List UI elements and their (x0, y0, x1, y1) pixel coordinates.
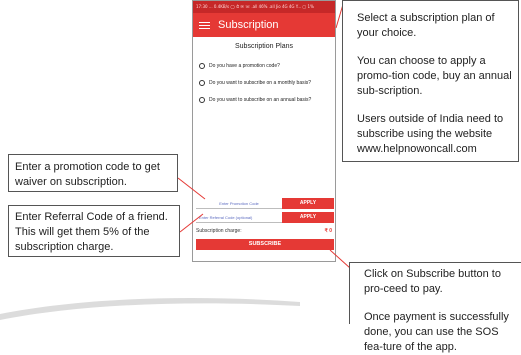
callout-referral: Enter Referral Code of a friend. This wi… (8, 205, 180, 257)
callout-promo-text: Enter a promotion code to get waiver on … (15, 161, 160, 188)
connector-referral (179, 213, 204, 233)
callout-plan-text-3: Users outside of India need to subscribe… (357, 113, 504, 155)
connector-promo (177, 177, 206, 200)
callout-subscribe-text-1: Click on Subscribe button to pro-ceed to… (364, 268, 501, 295)
decorative-swoosh (0, 298, 300, 320)
callout-promo: Enter a promotion code to get waiver on … (8, 154, 178, 192)
callout-plan: Select a subscription plan of your choic… (342, 0, 519, 162)
callout-subscribe: Click on Subscribe button to pro-ceed to… (349, 262, 521, 353)
callout-subscribe-text-2: Once payment is successfully done, you c… (364, 311, 509, 353)
connector-subscribe (329, 249, 351, 269)
callout-plan-text-2: You can choose to apply a promo-tion cod… (357, 55, 512, 97)
callout-plan-text-1: Select a subscription plan of your choic… (357, 12, 495, 39)
callout-referral-text: Enter Referral Code of a friend. This wi… (15, 211, 168, 253)
